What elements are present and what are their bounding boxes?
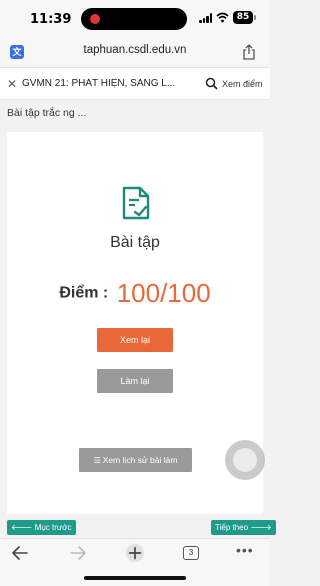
tabs-icon[interactable]: 3	[183, 543, 199, 563]
arrow-left-icon: 🡐	[11, 523, 35, 532]
redo-button[interactable]: Làm lại	[97, 369, 173, 393]
score-row: Điểm : 100/100	[7, 278, 263, 309]
tabs-count: 3	[183, 546, 199, 560]
close-icon[interactable]: ✕	[6, 78, 18, 90]
recording-dot-icon	[90, 14, 100, 24]
history-button[interactable]: ☰ Xem lịch sử bài làm	[79, 448, 192, 472]
arrow-right-icon: 🡒	[248, 523, 272, 532]
review-button[interactable]: Xem lại	[97, 328, 173, 352]
status-bar: 11:39 85	[0, 0, 270, 36]
share-icon[interactable]	[242, 44, 256, 60]
next-label: Tiếp theo	[215, 523, 249, 532]
course-header: ✕ GVMN 21: PHÁT HIỆN, SÀNG L... Xem điểm	[0, 68, 270, 100]
previous-label: Mục trước	[34, 523, 72, 532]
breadcrumb: Bài tập trắc ng ...	[7, 107, 87, 119]
list-icon: ☰	[93, 456, 101, 465]
previous-button[interactable]: 🡐 Mục trước	[7, 520, 76, 535]
document-check-icon	[122, 186, 150, 220]
signal-icon	[199, 13, 213, 23]
next-button[interactable]: Tiếp theo 🡒	[211, 520, 276, 535]
view-score-link[interactable]: Xem điểm	[222, 79, 263, 89]
assistive-touch-button[interactable]	[225, 440, 265, 480]
more-icon[interactable]: •••	[236, 543, 256, 563]
status-time: 11:39	[30, 12, 72, 27]
card-title: Bài tập	[110, 234, 160, 251]
new-tab-icon[interactable]	[124, 543, 146, 563]
course-title: GVMN 21: PHÁT HIỆN, SÀNG L...	[22, 78, 176, 89]
battery-indicator: 85	[233, 11, 256, 24]
home-indicator	[84, 576, 186, 580]
back-icon[interactable]	[10, 543, 30, 563]
url-text[interactable]: taphuan.csdl.edu.vn	[0, 44, 270, 56]
score-value: 100/100	[116, 278, 211, 308]
address-bar[interactable]: 文 taphuan.csdl.edu.vn	[0, 36, 270, 68]
history-button-label: Xem lịch sử bài làm	[102, 455, 178, 465]
score-label: Điểm :	[59, 284, 109, 302]
dynamic-island	[81, 8, 187, 30]
wifi-icon	[216, 12, 229, 23]
search-icon[interactable]	[205, 77, 218, 90]
forward-icon[interactable]	[68, 543, 88, 563]
